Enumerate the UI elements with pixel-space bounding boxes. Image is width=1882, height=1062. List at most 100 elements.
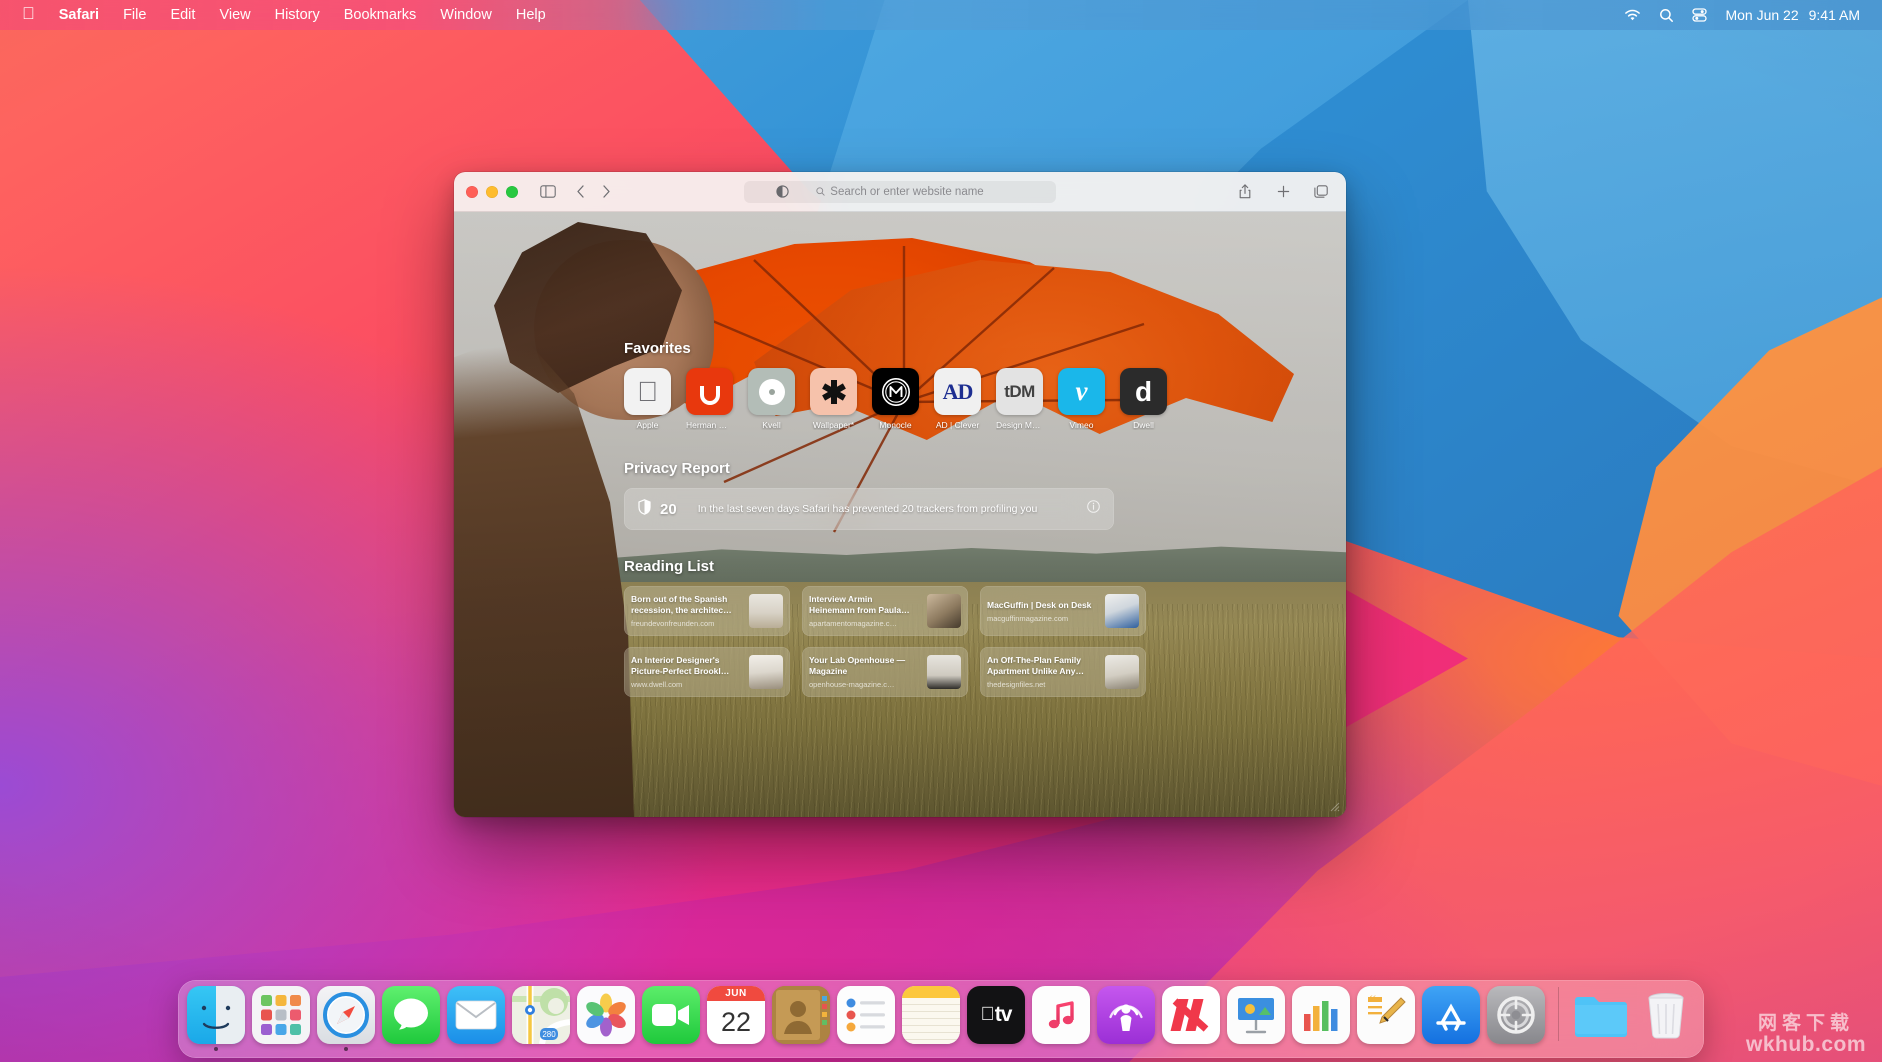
spotlight-search-icon[interactable] [1659,8,1674,23]
dock-item-maps[interactable]: 280 [511,986,571,1051]
tracker-count: 20 [660,501,677,518]
running-indicator [1059,1047,1063,1051]
favorite-apple[interactable]:  Apple [624,368,671,430]
launchpad-icon [252,986,310,1044]
safari-start-page: Favorites  Apple Herman Miller [454,212,1346,817]
dock-item-contacts[interactable] [771,986,831,1051]
menu-item-safari[interactable]: Safari [47,4,111,26]
dock-item-safari[interactable] [316,986,376,1051]
favorite-kvell[interactable]: Kvell [748,368,795,430]
finder-icon [187,986,245,1044]
dock-item-reminders[interactable] [836,986,896,1051]
menu-item-view[interactable]: View [207,4,262,26]
search-input[interactable]: Search or enter website name [744,181,1056,203]
facetime-icon [642,986,700,1044]
favorite-design-museum[interactable]: tDM Design Museum [996,368,1043,430]
menu-item-edit[interactable]: Edit [158,4,207,26]
dock-item-calendar[interactable]: JUN 22 [706,986,766,1051]
favorite-label: Monocle [872,420,919,430]
dock-item-trash[interactable] [1636,986,1696,1051]
dock-item-downloads-folder[interactable] [1571,986,1631,1051]
control-center-icon[interactable] [1692,8,1707,22]
plus-icon[interactable] [1270,180,1296,204]
watermark-chinese: 网客下载 [1746,1014,1866,1034]
dwell-d-icon: d [1120,368,1167,415]
dock-item-finder[interactable] [186,986,246,1051]
window-resize-grip[interactable] [1326,798,1340,812]
maximize-button[interactable] [506,186,518,198]
reading-list-item[interactable]: Your Lab Openhouse — Magazine openhouse-… [802,647,968,697]
reading-list-item[interactable]: MacGuffin | Desk on Desk macguffinmagazi… [980,586,1146,636]
chevron-right-icon[interactable] [593,180,619,204]
gear-icon [1487,986,1545,1044]
dock-item-appletv[interactable]: tv [966,986,1026,1051]
podcasts-icon [1097,986,1155,1044]
dock-item-photos[interactable] [576,986,636,1051]
search-input-placeholder: Search or enter website name [830,186,983,198]
menu-item-file[interactable]: File [111,4,158,26]
appstore-icon [1422,986,1480,1044]
dock-item-keynote[interactable] [1226,986,1286,1051]
running-indicator [604,1047,608,1051]
dock-item-launchpad[interactable] [251,986,311,1051]
reading-list-item-url: apartamentomagazine.c… [809,619,920,628]
safari-icon [317,986,375,1044]
apple-menu-icon[interactable]:  [16,5,47,25]
favorite-herman-miller[interactable]: Herman Miller [686,368,733,430]
menu-bar-clock[interactable]: Mon Jun 22 9:41 AM [1725,7,1860,23]
reading-list-grid: Born out of the Spanish recession, the a… [624,586,1346,697]
tabs-icon[interactable] [1308,180,1334,204]
kitchen-thumb [1105,655,1139,689]
reading-list-item[interactable]: Interview Armin Heinemann from Paula… ap… [802,586,968,636]
dock-item-facetime[interactable] [641,986,701,1051]
info-circle-icon[interactable] [1087,500,1100,518]
menu-bar-date: Mon Jun 22 [1725,7,1798,23]
menu-item-window[interactable]: Window [428,4,504,26]
favorite-vimeo[interactable]: v Vimeo [1058,368,1105,430]
reading-list-item-title: Your Lab Openhouse — Magazine [809,655,920,677]
running-indicator [1189,1047,1193,1051]
dock-item-system-preferences[interactable] [1486,986,1546,1051]
dock-item-podcasts[interactable] [1096,986,1156,1051]
favorite-monocle[interactable]: Monocle [872,368,919,430]
sidebar-icon[interactable] [535,180,561,204]
running-indicator [734,1047,738,1051]
privacy-report-section: Privacy Report 20 In the last seven days… [624,460,1346,530]
privacy-report-card[interactable]: 20 In the last seven days Safari has pre… [624,488,1114,530]
reading-list-item[interactable]: An Off-The-Plan Family Apartment Unlike … [980,647,1146,697]
favorite-label: Apple [624,420,671,430]
dock-item-music[interactable] [1031,986,1091,1051]
menu-item-history[interactable]: History [263,4,332,26]
favorite-dwell[interactable]: d Dwell [1120,368,1167,430]
reading-list-item[interactable]: Born out of the Spanish recession, the a… [624,586,790,636]
running-indicator [1384,1047,1388,1051]
favorite-ad-clever[interactable]: AD AD | Clever [934,368,981,430]
reading-list-item[interactable]: An Interior Designer's Picture-Perfect B… [624,647,790,697]
dock-item-notes[interactable] [901,986,961,1051]
favorites-section: Favorites  Apple Herman Miller [624,340,1346,430]
dock-item-appstore[interactable] [1421,986,1481,1051]
safari-window[interactable]: Search or enter website name [454,172,1346,817]
running-indicator [1599,1047,1603,1051]
minimize-button[interactable] [486,186,498,198]
favorite-label: Design Museum [996,420,1043,430]
reading-list-item-url: freundevonfreunden.com [631,619,742,628]
dock-item-messages[interactable] [381,986,441,1051]
menu-item-bookmarks[interactable]: Bookmarks [332,4,429,26]
dock-item-mail[interactable] [446,986,506,1051]
reading-list-title: Reading List [624,558,1346,575]
tdm-wordmark-icon: tDM [996,368,1043,415]
pages-icon: “ [1357,986,1415,1044]
vimeo-v-icon: v [1058,368,1105,415]
dock-item-numbers[interactable] [1291,986,1351,1051]
dock-item-pages[interactable]: “ [1356,986,1416,1051]
wifi-icon[interactable] [1624,9,1641,22]
dock-item-news[interactable] [1161,986,1221,1051]
favorite-label: AD | Clever [934,420,981,430]
menu-item-help[interactable]: Help [504,4,558,26]
chevron-left-icon[interactable] [567,180,593,204]
share-icon[interactable] [1232,180,1258,204]
favorite-label: Vimeo [1058,420,1105,430]
close-button[interactable] [466,186,478,198]
favorite-wallpaper[interactable]: Wallpaper* [810,368,857,430]
